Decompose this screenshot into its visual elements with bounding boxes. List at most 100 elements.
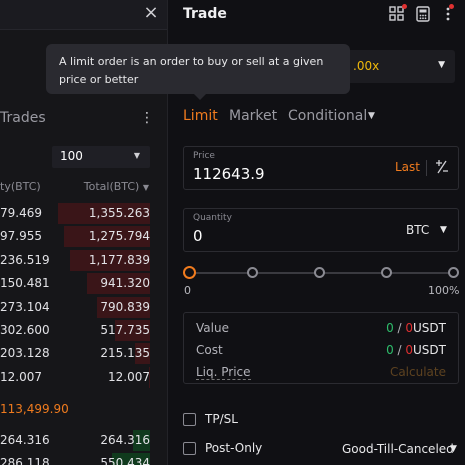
cost-long: 0: [386, 343, 394, 357]
more-vertical-icon[interactable]: [443, 4, 454, 22]
tpsl-checkbox[interactable]: [183, 413, 196, 426]
quantity-slider[interactable]: [183, 264, 459, 284]
value-amount: 0 / 0USDT: [386, 321, 446, 335]
divider: [426, 160, 427, 176]
ask-row[interactable]: 79.469 1,355.263: [0, 202, 167, 225]
ask-quantity: 97.955: [0, 229, 42, 244]
chevron-down-icon[interactable]: ▼: [368, 111, 375, 121]
bid-row[interactable]: 264.316 264.316: [0, 429, 167, 452]
chevron-down-icon[interactable]: ▼: [440, 225, 447, 235]
plus-minus-glyph: [436, 160, 448, 174]
leverage-value: .00x: [353, 59, 380, 73]
ask-total: 1,275.794: [88, 229, 150, 244]
bid-row[interactable]: 286.118 550.434: [0, 452, 167, 465]
ask-quantity: 79.469: [0, 206, 42, 220]
chevron-down-icon[interactable]: ▼: [450, 444, 457, 454]
separator: /: [393, 321, 406, 335]
order-type-tabs: Limit Market Conditional ▼: [183, 108, 463, 128]
ask-quantity: 302.600: [0, 323, 50, 337]
ask-quantity: 12.007: [0, 369, 42, 384]
bid-quantity: 264.316: [0, 433, 50, 447]
ask-row[interactable]: 236.519 1,177.839: [0, 249, 167, 272]
mid-price[interactable]: 113,499.90: [0, 402, 69, 416]
close-icon[interactable]: ×: [142, 2, 160, 24]
more-menu-icon[interactable]: ⋮: [140, 110, 154, 126]
chevron-down-icon: ▼: [438, 60, 445, 70]
quantity-input[interactable]: 0: [193, 227, 203, 245]
value-label: Value: [196, 321, 229, 335]
time-in-force-select[interactable]: Good-Till-Canceled: [342, 442, 454, 456]
plus-minus-toggle-icon[interactable]: [435, 159, 449, 175]
notification-dot: [449, 4, 454, 9]
liq-price-label[interactable]: Liq. Price: [196, 365, 251, 380]
price-field[interactable]: Price 112643.9 Last: [183, 146, 459, 190]
trade-title: Trade: [183, 6, 227, 22]
ask-row[interactable]: 12.007 12.007: [0, 366, 167, 389]
grid-settings-icon[interactable]: [389, 4, 407, 22]
unit: USDT: [413, 343, 446, 357]
separator: /: [393, 343, 406, 357]
slider-node-25[interactable]: [247, 267, 258, 278]
cost-label: Cost: [196, 343, 223, 357]
calculate-link[interactable]: Calculate: [390, 365, 446, 379]
ask-total: 215.135: [100, 346, 150, 361]
ask-total: 1,355.263: [88, 206, 150, 220]
ask-quantity: 150.481: [0, 276, 50, 291]
quantity-label: Quantity: [193, 213, 232, 223]
post-only-label[interactable]: Post-Only: [205, 441, 262, 455]
post-only-checkbox[interactable]: [183, 442, 196, 455]
summary-row-cost: Cost 0 / 0USDT: [196, 343, 446, 359]
ask-total: 517.735: [100, 323, 150, 337]
cost-amount: 0 / 0USDT: [386, 343, 446, 357]
ask-row[interactable]: 97.955 1,275.794: [0, 225, 167, 248]
ask-row[interactable]: 203.128 215.135: [0, 342, 167, 365]
tooltip-text: A limit order is an order to buy or sell…: [59, 55, 324, 86]
ask-row[interactable]: 273.104 790.839: [0, 296, 167, 319]
sort-caret-icon: ▼: [142, 183, 149, 192]
tab-conditional[interactable]: Conditional: [288, 108, 367, 124]
chevron-down-icon: ▼: [133, 151, 140, 160]
slider-max-label: 100%: [428, 284, 460, 297]
slider-min-label: 0: [184, 284, 191, 297]
unit: USDT: [413, 321, 446, 335]
limit-order-tooltip: A limit order is an order to buy or sell…: [46, 44, 350, 94]
tab-limit[interactable]: Limit: [183, 108, 218, 124]
bid-total: 550.434: [100, 456, 150, 465]
tpsl-label[interactable]: TP/SL: [205, 412, 238, 426]
summary-row-value: Value 0 / 0USDT: [196, 321, 446, 337]
order-summary: Value 0 / 0USDT Cost 0 / 0USDT Liq. Pric…: [183, 312, 459, 384]
ask-total: 790.839: [100, 299, 150, 314]
bid-quantity: 286.118: [0, 456, 50, 465]
notification-dot: [402, 4, 407, 9]
depth-select[interactable]: 100 ▼: [52, 146, 150, 168]
price-input[interactable]: 112643.9: [193, 165, 265, 183]
quantity-unit-select[interactable]: BTC: [406, 223, 429, 237]
tooltip-arrow: [194, 94, 206, 100]
slider-node-100[interactable]: [448, 267, 459, 278]
ask-total: 941.320: [100, 276, 150, 291]
column-header-total-label: Total(BTC): [83, 180, 140, 193]
summary-row-liq: Liq. Price Calculate: [196, 365, 446, 381]
slider-node-75[interactable]: [381, 267, 392, 278]
bid-total: 264.316: [100, 433, 150, 447]
last-price-button[interactable]: Last: [395, 160, 420, 174]
slider-node-50[interactable]: [314, 267, 325, 278]
ask-total: 1,177.839: [88, 252, 150, 267]
calculator-glyph: [416, 6, 430, 22]
ask-quantity: 236.519: [0, 252, 50, 267]
trade-header: Trade: [169, 0, 465, 30]
quantity-field[interactable]: Quantity 0 BTC ▼: [183, 208, 459, 252]
column-header-total[interactable]: Total(BTC) ▼: [84, 180, 149, 193]
ask-quantity: 203.128: [0, 346, 50, 361]
cost-short: 0: [405, 343, 414, 357]
ask-row[interactable]: 150.481 941.320: [0, 272, 167, 295]
calculator-icon[interactable]: [415, 6, 431, 22]
trades-title[interactable]: Trades: [0, 110, 46, 126]
tab-market[interactable]: Market: [229, 108, 277, 124]
price-label: Price: [193, 151, 215, 161]
ask-row[interactable]: 302.600 517.735: [0, 319, 167, 342]
value-long: 0: [386, 321, 394, 335]
orderbook-header-bar: ×: [0, 0, 167, 30]
ask-quantity: 273.104: [0, 299, 50, 314]
slider-handle[interactable]: [183, 266, 196, 279]
